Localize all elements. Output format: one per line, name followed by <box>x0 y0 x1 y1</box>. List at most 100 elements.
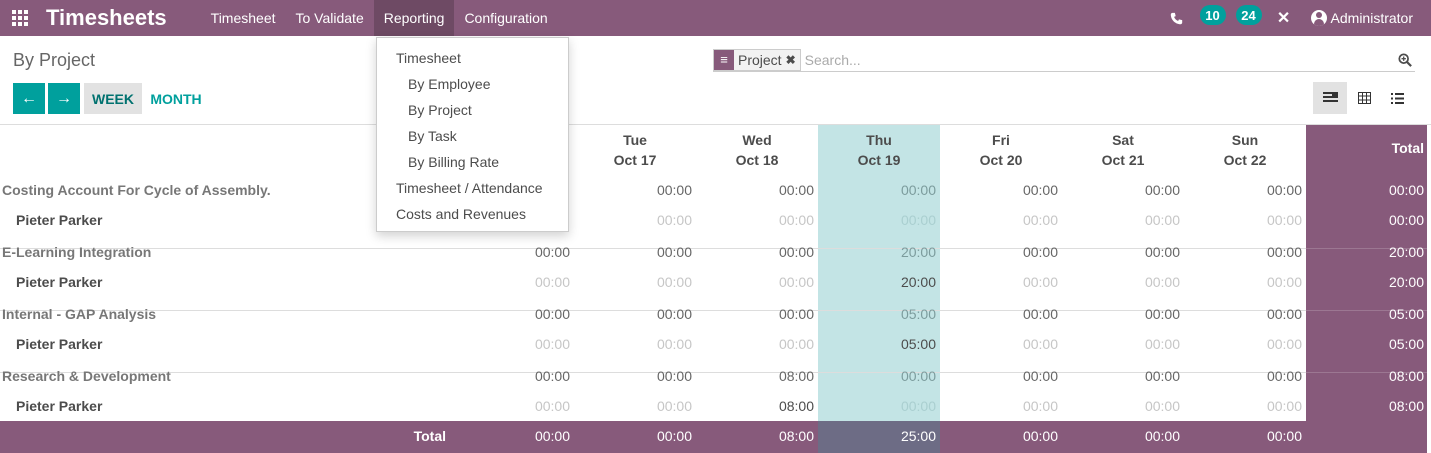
timesheet-cell-input[interactable]: 20:00 <box>826 274 936 290</box>
project-row-label: Internal - GAP Analysis <box>2 306 157 322</box>
timesheet-cell-input[interactable]: 00:00 <box>1070 274 1180 290</box>
range-month-button[interactable]: MONTH <box>146 83 206 114</box>
project-total-cell: 00:00 <box>1266 244 1302 260</box>
facet-label: Project <box>734 49 786 70</box>
timesheet-cell-input[interactable]: 00:00 <box>582 336 692 352</box>
timesheet-cell-input[interactable]: 00:00 <box>704 212 814 228</box>
next-button[interactable]: → <box>48 83 80 114</box>
column-header-thu: Thu Oct 19 <box>857 132 901 168</box>
list-icon <box>1390 92 1404 104</box>
messages-badge[interactable]: 10 <box>1199 5 1226 25</box>
timesheet-cell-input[interactable]: 00:00 <box>1070 212 1180 228</box>
menu-reporting[interactable]: Reporting <box>373 0 455 36</box>
user-menu[interactable]: Administrator <box>1301 10 1431 26</box>
employee-row-label: Pieter Parker <box>16 398 103 414</box>
reporting-item-by-project[interactable]: By Project <box>377 97 568 123</box>
list-view-button[interactable] <box>1380 82 1414 114</box>
project-total-cell: 00:00 <box>900 182 936 198</box>
project-total-cell: 00:00 <box>534 306 570 322</box>
timesheet-cell-input[interactable]: 00:00 <box>1192 274 1302 290</box>
menu-configuration[interactable]: Configuration <box>454 0 557 36</box>
column-header-sun: Sun Oct 22 <box>1223 132 1267 168</box>
timesheet-cell-input[interactable]: 00:00 <box>1192 336 1302 352</box>
pivot-view-button[interactable] <box>1347 82 1381 114</box>
timesheet-cell-input[interactable]: 00:00 <box>1192 398 1302 414</box>
tools-icon[interactable]: ✕ <box>1267 8 1301 28</box>
timesheet-cell-input[interactable]: 00:00 <box>704 274 814 290</box>
row-total-cell: 05:00 <box>1388 336 1424 352</box>
timesheet-cell-input[interactable]: 00:00 <box>460 398 570 414</box>
project-total-cell: 00:00 <box>778 244 814 260</box>
facet-remove-icon[interactable]: ✖ <box>785 49 800 70</box>
project-total-cell: 20:00 <box>900 244 936 260</box>
footer-total-cell: 25:00 <box>900 428 936 444</box>
employee-row-label: Pieter Parker <box>16 336 103 352</box>
reporting-item-timesheet-attendance[interactable]: Timesheet / Attendance <box>377 175 568 201</box>
project-total-cell: 00:00 <box>656 244 692 260</box>
timesheet-cell-input[interactable]: 00:00 <box>582 212 692 228</box>
timesheet-cell-input[interactable]: 00:00 <box>948 212 1058 228</box>
menu-to-validate[interactable]: To Validate <box>286 0 374 36</box>
row-total-cell: 00:00 <box>1388 182 1424 198</box>
employee-row-label: Pieter Parker <box>16 274 103 290</box>
grid-view-icon <box>1322 92 1338 102</box>
timesheet-cell-input[interactable]: 00:00 <box>704 336 814 352</box>
menu-timesheet[interactable]: Timesheet <box>201 0 286 36</box>
reporting-dropdown: Timesheet By Employee By Project By Task… <box>376 37 569 232</box>
timesheet-cell-input[interactable]: 00:00 <box>582 274 692 290</box>
avatar <box>1310 10 1327 26</box>
project-total-cell: 00:00 <box>778 182 814 198</box>
row-total-cell: 08:00 <box>1388 368 1424 384</box>
reporting-item-by-employee[interactable]: By Employee <box>377 71 568 97</box>
reporting-item-timesheet[interactable]: Timesheet <box>377 45 568 71</box>
project-total-cell: 00:00 <box>1144 182 1180 198</box>
column-header-fri: Fri Oct 20 <box>979 132 1023 168</box>
footer-total-label: Total <box>413 428 446 444</box>
timesheet-cell-input[interactable]: 00:00 <box>1192 212 1302 228</box>
row-total-cell: 00:00 <box>1388 212 1424 228</box>
project-row-label: Costing Account For Cycle of Assembly. <box>2 182 271 198</box>
grid-view-button[interactable] <box>1313 82 1347 114</box>
activities-badge[interactable]: 24 <box>1235 5 1262 25</box>
timesheet-cell-input[interactable]: 00:00 <box>582 398 692 414</box>
user-name: Administrator <box>1330 10 1413 26</box>
search-options-icon[interactable] <box>1395 50 1415 70</box>
phone-icon[interactable] <box>1159 0 1195 36</box>
timesheet-cell-input[interactable]: 00:00 <box>826 398 936 414</box>
project-total-cell: 00:00 <box>1022 182 1058 198</box>
timesheet-cell-input[interactable]: 00:00 <box>460 336 570 352</box>
project-total-cell: 00:00 <box>534 368 570 384</box>
timesheet-grid <box>0 124 1431 125</box>
footer-total-cell: 00:00 <box>534 428 570 444</box>
reporting-item-by-task[interactable]: By Task <box>377 123 568 149</box>
timesheet-cell-input[interactable]: 00:00 <box>1070 398 1180 414</box>
timesheet-cell-input[interactable]: 08:00 <box>704 398 814 414</box>
top-navbar: Timesheets Timesheet To Validate Reporti… <box>0 0 1431 36</box>
range-week-button[interactable]: WEEK <box>84 83 142 114</box>
timesheet-cell-input[interactable]: 00:00 <box>948 398 1058 414</box>
apps-menu-icon[interactable] <box>0 0 40 36</box>
timesheet-cell-input[interactable]: 05:00 <box>826 336 936 352</box>
timesheet-cell-input[interactable]: 00:00 <box>948 274 1058 290</box>
row-total-cell: 08:00 <box>1388 398 1424 414</box>
project-total-cell: 00:00 <box>1266 306 1302 322</box>
timesheet-cell-input[interactable]: 00:00 <box>948 336 1058 352</box>
breadcrumb: By Project <box>13 50 96 70</box>
row-total-cell: 05:00 <box>1388 306 1424 322</box>
timesheet-cell-input[interactable]: 00:00 <box>1070 336 1180 352</box>
search-bar: ≡ Project ✖ <box>713 48 1415 72</box>
reporting-item-by-billing-rate[interactable]: By Billing Rate <box>377 149 568 175</box>
previous-button[interactable]: ← <box>13 83 45 114</box>
project-total-cell: 00:00 <box>1144 244 1180 260</box>
timesheet-cell-input[interactable]: 00:00 <box>460 274 570 290</box>
table-icon <box>1357 92 1371 104</box>
column-header-tue: Tue Oct 17 <box>613 132 657 168</box>
search-input[interactable] <box>804 48 1395 71</box>
group-by-icon: ≡ <box>714 49 734 70</box>
project-row-label: Research & Development <box>2 368 171 384</box>
project-total-cell: 00:00 <box>1266 182 1302 198</box>
timesheet-cell-input[interactable]: 00:00 <box>826 212 936 228</box>
column-header-sat: Sat Oct 21 <box>1101 132 1145 168</box>
footer-total-cell: 00:00 <box>1022 428 1058 444</box>
reporting-item-costs-revenues[interactable]: Costs and Revenues <box>377 201 568 227</box>
